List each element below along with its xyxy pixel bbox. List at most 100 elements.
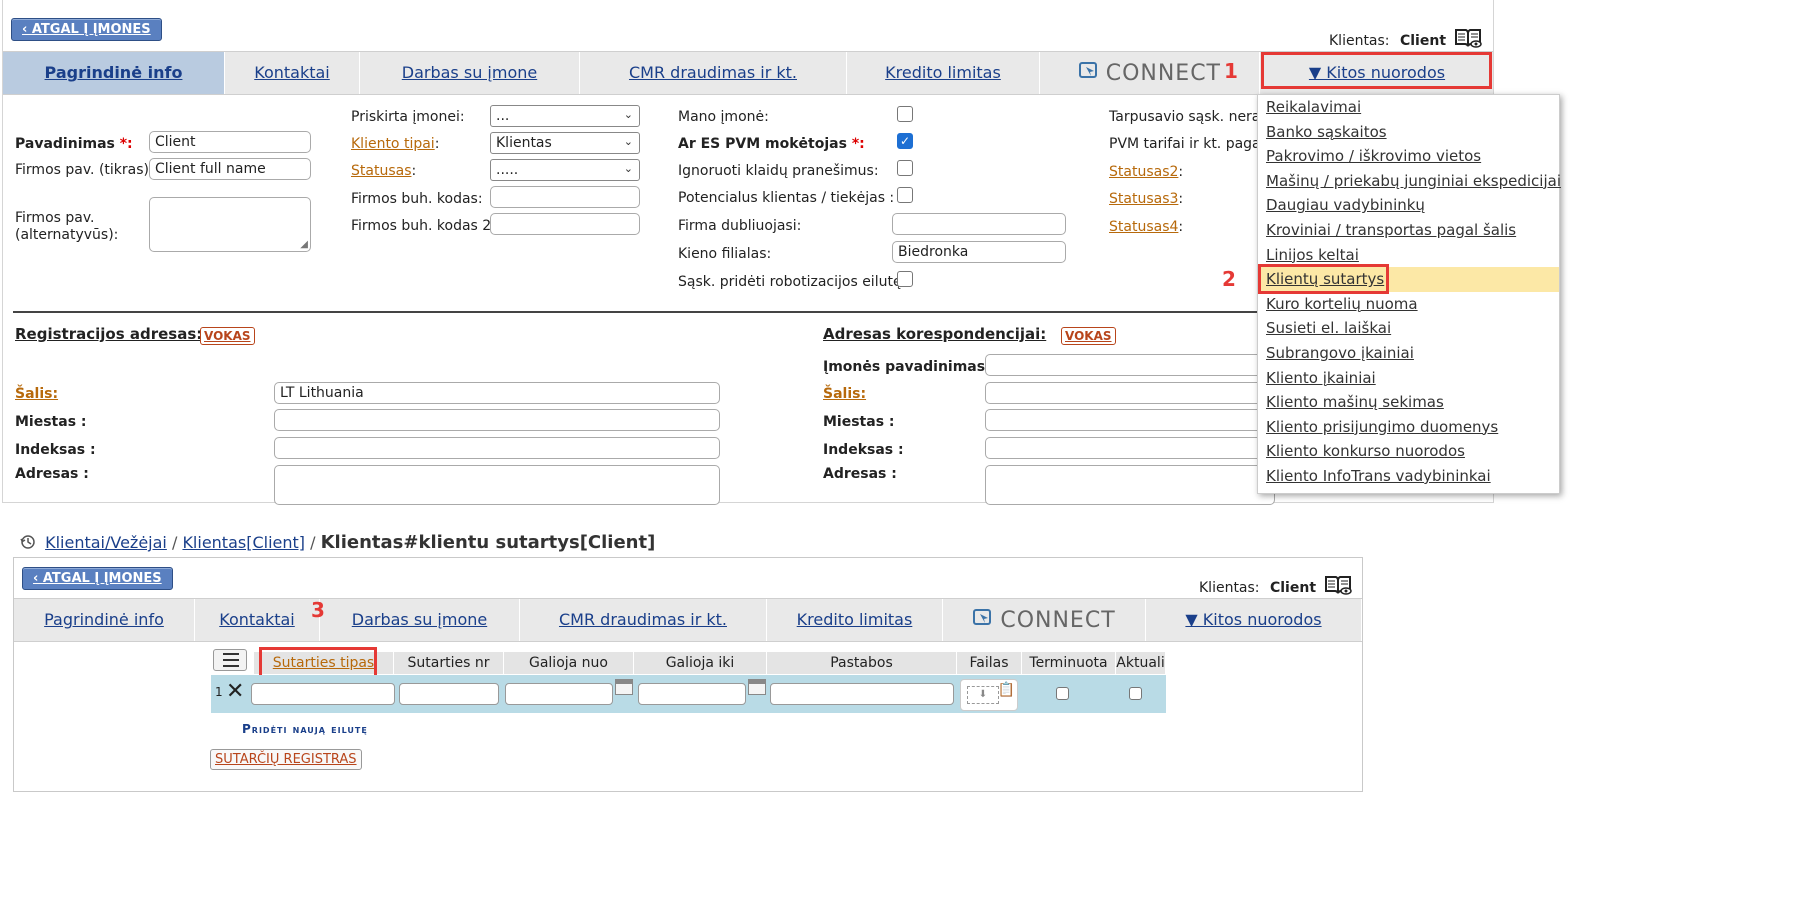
col-fixed-term: Terminuota [1022,652,1116,674]
vat-payer-checkbox[interactable]: ✓ [897,133,913,149]
tab-contacts[interactable]: Kontaktai [195,599,320,641]
reg-postcode-label: Indeksas : [15,442,96,458]
grid-header: Sutarties tipas Sutarties nr Galioja nuo… [254,652,1166,674]
reg-address-label: Adresas : [15,466,89,482]
fixed-term-checkbox[interactable] [1056,687,1069,700]
assigned-company-label: Priskirta įmonei: [351,109,465,125]
contract-no-input[interactable] [399,683,499,705]
vat-payer-label: Ar ES PVM mokėtojas *: [678,136,865,152]
reg-country-label: Šalis: [15,386,59,402]
valid-from-input[interactable] [505,683,613,705]
book-eye-icon[interactable] [1454,27,1483,53]
tab-credit-limit[interactable]: Kredito limitas [847,52,1040,94]
duplicate-input[interactable] [892,213,1066,235]
menu-item-linked-emails[interactable]: Susieti el. laiškai [1258,316,1559,341]
callout-3: 3 [311,598,325,622]
clipboard-icon[interactable]: 📋 [998,682,1015,698]
accounting-code-input[interactable] [490,186,640,208]
menu-item-fuel-cards[interactable]: Kuro kortelių nuoma [1258,292,1559,317]
callout-box-client-contracts [1258,264,1389,294]
tab-work-with-company[interactable]: Darbas su įmone [360,52,580,94]
menu-item-tender-links[interactable]: Kliento konkurso nuorodos [1258,439,1559,464]
breadcrumb-clients[interactable]: Klientai/Vežėjai [45,533,167,552]
row-number: 1 [215,685,223,699]
calendar-icon[interactable] [615,679,633,695]
add-row-link[interactable]: Pridėti naują eilutę [242,722,368,736]
resize-handle-icon[interactable]: ◢ [300,239,308,250]
client-value: Client [1269,580,1317,596]
corr-postcode-input[interactable] [985,437,1275,459]
my-company-label: Mano įmonė: [678,109,769,125]
col-valid-from: Galioja nuo [504,652,634,674]
real-name-label: Firmos pav. (tikras): [15,162,154,178]
status3-label: Statusas3: [1109,191,1184,207]
valid-to-input[interactable] [638,683,746,705]
upload-icon[interactable]: ⬇ [967,686,999,704]
envelope-button-corr[interactable]: VOKAS [1061,327,1116,345]
file-upload-box[interactable]: ⬇ 📋 [960,679,1018,711]
col-notes: Pastabos [767,652,957,674]
back-to-companies-button[interactable]: ‹ ATGAL Į ĮMONES [11,18,162,41]
reg-address-textarea[interactable] [274,465,720,505]
reg-city-input[interactable] [274,409,720,431]
book-eye-icon[interactable] [1324,574,1353,600]
alt-name-textarea[interactable]: ◢ [149,197,311,252]
client-label: Klientas: [1329,33,1390,49]
tab-main-info[interactable]: Pagrindinė info [3,52,225,94]
real-name-input[interactable]: Client full name [149,158,311,180]
tab-work-with-company[interactable]: Darbas su įmone [320,599,520,641]
potential-client-checkbox[interactable] [897,187,913,203]
tab-other-links[interactable]: ▼ Kitos nuorodos [1146,599,1362,641]
breadcrumb-client[interactable]: Klientas[Client] [182,533,305,552]
contracts-registry-button[interactable]: SUTARČIŲ REGISTRAS [210,749,362,770]
back-to-companies-button[interactable]: ‹ ATGAL Į ĮMONES [22,567,173,590]
name-label: Pavadinimas *: [15,136,133,152]
history-icon[interactable] [20,534,36,554]
tab-cmr-insurance[interactable]: CMR draudimas ir kt. [520,599,767,641]
col-file: Failas [957,652,1022,674]
robotization-checkbox[interactable] [897,271,913,287]
menu-item-cargo-by-country[interactable]: Kroviniai / transportas pagal šalis [1258,218,1559,243]
bottom-tab-bar: Pagrindinė info Kontaktai Darbas su įmon… [14,598,1362,642]
menu-item-client-rates[interactable]: Kliento įkainiai [1258,366,1559,391]
corr-address-textarea[interactable] [985,465,1275,505]
delete-row-icon[interactable]: ✕ [226,679,244,705]
active-checkbox[interactable] [1129,687,1142,700]
corr-company-name-input[interactable] [985,354,1275,376]
tab-contacts[interactable]: Kontaktai [225,52,360,94]
menu-item-infotrans-managers[interactable]: Kliento InfoTrans vadybininkai [1258,464,1559,489]
contract-type-input[interactable] [251,683,395,705]
branch-input[interactable]: Biedronka [892,241,1066,263]
menu-item-more-managers[interactable]: Daugiau vadybininkų [1258,193,1559,218]
tab-credit-limit[interactable]: Kredito limitas [767,599,943,641]
client-label: Klientas: [1199,580,1260,596]
tab-main-info[interactable]: Pagrindinė info [14,599,195,641]
breadcrumb-separator: / [171,533,178,552]
menu-item-subcontractor-rates[interactable]: Subrangovo įkainiai [1258,341,1559,366]
calendar-icon[interactable] [748,679,766,695]
menu-item-bank-accounts[interactable]: Banko sąskaitos [1258,120,1559,145]
corr-country-input[interactable] [985,382,1275,404]
menu-item-requirements[interactable]: Reikalavimai [1258,95,1559,120]
corr-city-input[interactable] [985,409,1275,431]
notes-input[interactable] [770,683,954,705]
menu-item-vehicle-combos[interactable]: Mašinų / priekabų junginiai ekspedicijai [1258,169,1561,194]
assigned-company-select[interactable]: ... ⌄ [490,105,640,127]
name-input[interactable]: Client [149,131,311,153]
menu-item-vehicle-tracking[interactable]: Kliento mašinų sekimas [1258,390,1559,415]
accounting-code2-input[interactable] [490,213,640,235]
tab-cmr-insurance[interactable]: CMR draudimas ir kt. [580,52,847,94]
ignore-errors-checkbox[interactable] [897,160,913,176]
menu-item-loading-places[interactable]: Pakrovimo / iškrovimo vietos [1258,144,1559,169]
status-select[interactable]: ..... ⌄ [490,159,640,181]
grid-menu-button[interactable] [213,649,247,671]
client-types-select[interactable]: Klientas ⌄ [490,132,640,154]
chevron-down-icon: ⌄ [623,135,633,148]
envelope-button-reg[interactable]: VOKAS [200,327,255,345]
breadcrumb: Klientai/Vežėjai / Klientas[Client] / Kl… [20,532,655,554]
connect-logo[interactable]: CONNECT [943,599,1146,641]
reg-postcode-input[interactable] [274,437,720,459]
reg-country-input[interactable]: LT Lithuania [274,382,720,404]
my-company-checkbox[interactable] [897,106,913,122]
menu-item-login-data[interactable]: Kliento prisijungimo duomenys [1258,415,1559,440]
